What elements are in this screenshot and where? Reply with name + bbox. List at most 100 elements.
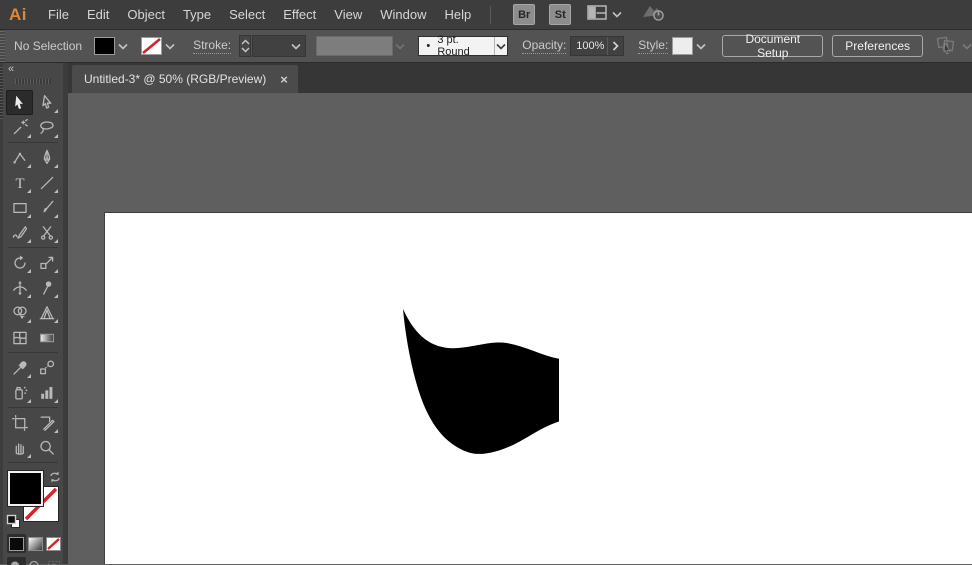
zoom-tool[interactable] [33,435,60,460]
swap-fill-stroke-icon[interactable] [48,470,62,489]
chevron-right-icon[interactable] [607,37,623,55]
document-tab-bar: Untitled-3* @ 50% (RGB/Preview) × [68,63,972,93]
menu-item-effect[interactable]: Effect [274,7,325,22]
hand-tool[interactable] [6,435,33,460]
symbol-sprayer-tool[interactable] [6,380,33,405]
selection-tool[interactable] [6,90,33,115]
draw-behind-icon[interactable] [26,557,45,565]
puppet-warp-tool[interactable] [33,275,60,300]
artwork-path [403,309,559,454]
style-combo[interactable] [672,37,706,55]
stroke-color-combo[interactable] [141,37,175,55]
paint-style-row [7,534,63,553]
menu-item-file[interactable]: File [39,7,78,22]
draw-inside-icon [44,557,63,565]
default-fill-stroke-icon[interactable] [6,514,21,529]
width-tool[interactable] [6,275,33,300]
opacity-value[interactable]: 100% [571,40,607,52]
panel-grip[interactable] [15,79,51,84]
color-button[interactable] [7,534,26,553]
column-graph-tool[interactable] [33,380,60,405]
profile-value: 3 pt. Round [437,34,494,58]
document-tab[interactable]: Untitled-3* @ 50% (RGB/Preview) × [72,65,298,93]
stroke-panel-link[interactable]: Stroke: [193,38,231,54]
paintbrush-tool[interactable] [33,195,60,220]
menubar-separator [490,6,491,24]
blend-tool[interactable] [33,355,60,380]
menu-item-select[interactable]: Select [220,7,274,22]
svg-text:T: T [15,175,24,191]
chevron-down-icon [612,11,622,18]
slice-tool[interactable] [33,410,60,435]
perspective-grid-tool[interactable] [33,300,60,325]
select-similar-icon [935,35,959,58]
stroke-color-swatch[interactable] [141,37,162,55]
none-button[interactable] [44,534,63,553]
document-tab-title: Untitled-3* @ 50% (RGB/Preview) [84,72,266,86]
selection-status: No Selection [14,39,82,53]
fill-swatch[interactable] [8,471,43,506]
magic-wand-tool[interactable] [6,115,33,140]
black-wave-shape[interactable] [400,306,564,458]
chevron-down-icon [395,43,405,50]
direct-selection-tool[interactable] [33,90,60,115]
lasso-tool[interactable] [33,115,60,140]
variable-width-profile-dropdown[interactable]: • 3 pt. Round [418,36,508,56]
tool-grid: T [6,90,60,465]
close-tab-icon[interactable]: × [280,73,288,86]
fill-color-swatch[interactable] [94,37,115,55]
control-bar-grip[interactable] [0,30,5,62]
chevron-down-icon [165,43,175,50]
control-bar: No Selection Stroke: • 3 pt. Round Opaci… [0,30,972,63]
pen-tool[interactable] [33,145,60,170]
menu-item-window[interactable]: Window [371,7,435,22]
line-segment-tool[interactable] [33,170,60,195]
chevron-down-icon [696,43,706,50]
menu-bar: Ai FileEditObjectTypeSelectEffectViewWin… [0,0,972,30]
style-panel-link[interactable]: Style: [638,38,668,54]
eyedropper-tool[interactable] [6,355,33,380]
rotate-tool[interactable] [6,250,33,275]
opacity-field[interactable]: 100% [570,36,624,56]
collapse-panel-button[interactable]: « [3,63,63,77]
curvature-tool[interactable] [6,145,33,170]
stroke-weight-dropdown[interactable] [252,35,306,57]
preferences-button[interactable]: Preferences [832,35,923,57]
style-swatch[interactable] [672,37,693,55]
rectangle-tool[interactable] [6,195,33,220]
shaper-tool[interactable] [6,220,33,245]
menu-item-edit[interactable]: Edit [78,7,118,22]
scissors-tool[interactable] [33,220,60,245]
fill-color-combo[interactable] [94,37,128,55]
fill-stroke-cluster [3,469,63,531]
workspace-switcher[interactable] [587,5,622,25]
shape-builder-tool[interactable] [6,300,33,325]
opacity-panel-link[interactable]: Opacity: [522,38,566,54]
workspace-layout-icon [587,5,607,25]
profile-bullet: • [419,40,437,52]
canvas[interactable] [68,93,972,564]
type-tool[interactable]: T [6,170,33,195]
stroke-weight-stepper[interactable] [239,35,251,57]
chevron-down-icon[interactable] [494,37,507,55]
menu-item-view[interactable]: View [325,7,371,22]
menu-items: FileEditObjectTypeSelectEffectViewWindow… [39,0,480,29]
gradient-tool[interactable] [33,325,60,350]
illustrator-logo: Ai [9,5,27,25]
bridge-button[interactable]: Br [513,4,535,25]
menu-item-help[interactable]: Help [435,7,480,22]
mesh-tool[interactable] [6,325,33,350]
artboard-tool[interactable] [6,410,33,435]
scale-tool[interactable] [33,250,60,275]
stock-button[interactable]: St [549,4,571,25]
drawing-modes-row [7,557,63,565]
tool-group-divider [6,460,60,465]
sync-status-icon [640,2,668,28]
gradient-button[interactable] [26,534,45,553]
chevron-down-icon [962,43,972,50]
menu-item-type[interactable]: Type [174,7,220,22]
document-setup-button[interactable]: Document Setup [722,35,823,57]
draw-normal-icon[interactable] [7,557,26,565]
chevron-down-icon [118,43,128,50]
menu-item-object[interactable]: Object [118,7,174,22]
